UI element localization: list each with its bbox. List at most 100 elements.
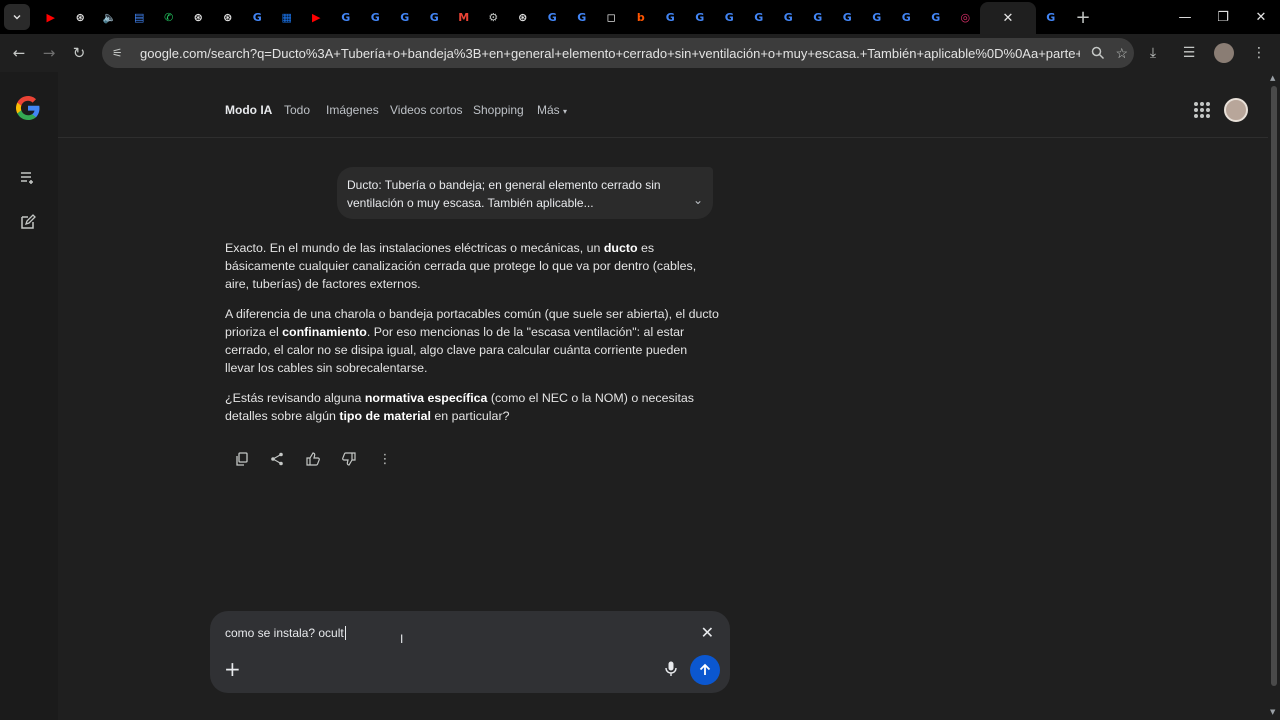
browser-tab[interactable]: ▶ [36, 3, 66, 31]
whatsapp-icon: ✆ [164, 10, 174, 24]
browser-tab[interactable]: G [921, 3, 951, 31]
microphone-icon[interactable] [664, 659, 678, 679]
copy-icon[interactable] [232, 450, 250, 468]
tab-mas[interactable]: Más ▾ [537, 103, 567, 117]
browser-tab[interactable]: b [626, 3, 656, 31]
bbc-icon: ▦ [281, 10, 292, 24]
tab-list: ▶ ⊛ 🔈 ▤ ✆ ⊛ ⊛ G ▦ ▶ G G G G M ⚙ ⊛ G G ◻ b G G G G G G G G G G ◎ ✕ G + [36, 0, 1091, 34]
browser-tab[interactable]: 🔈 [95, 3, 125, 31]
history-list-icon[interactable] [18, 168, 38, 188]
site-settings-icon[interactable]: ⚟ [112, 46, 130, 60]
google-icon: G [901, 10, 911, 24]
browser-tab[interactable]: ▦ [272, 3, 302, 31]
browser-tab[interactable]: G [715, 3, 745, 31]
download-icon[interactable]: ⤓ [1142, 45, 1164, 61]
reload-icon[interactable]: ↻ [64, 38, 94, 68]
url-text[interactable]: google.com/search?q=Ducto%3A+Tubería+o+b… [140, 46, 1080, 61]
add-attachment-icon[interactable]: + [224, 657, 241, 681]
browser-tab[interactable]: G [420, 3, 450, 31]
thumbs-up-icon[interactable] [304, 450, 322, 468]
browser-toolbar: ← → ↻ ⚟ google.com/search?q=Ducto%3A+Tub… [0, 34, 1280, 72]
more-vert-icon[interactable]: ⋮ [376, 450, 394, 468]
tab-imagenes[interactable]: Imágenes [326, 103, 379, 117]
browser-tab[interactable]: M [449, 3, 479, 31]
google-icon: G [429, 10, 439, 24]
close-tab-icon[interactable]: ✕ [1003, 11, 1014, 26]
thumbs-down-icon[interactable] [340, 450, 358, 468]
browser-tab[interactable]: ◎ [951, 3, 981, 31]
browser-tab[interactable]: ⊛ [213, 3, 243, 31]
audio-icon: 🔈 [102, 10, 117, 24]
tab-search-button[interactable] [4, 4, 30, 30]
new-chat-icon[interactable] [18, 212, 38, 232]
scrollbar[interactable]: ▲ ▼ [1268, 72, 1280, 720]
browser-tab[interactable]: G [361, 3, 391, 31]
browser-tab[interactable]: G [803, 3, 833, 31]
browser-tab[interactable]: G [331, 3, 361, 31]
restore-icon[interactable]: ❐ [1204, 0, 1242, 34]
browser-tab[interactable]: G [538, 3, 568, 31]
browser-tab[interactable]: ▶ [302, 3, 332, 31]
back-icon[interactable]: ← [4, 38, 34, 68]
clear-input-icon[interactable]: ✕ [701, 623, 714, 642]
menu-icon[interactable]: ⋮ [1248, 45, 1270, 61]
scroll-up-icon[interactable]: ▲ [1270, 74, 1275, 82]
tab-todo[interactable]: Todo [284, 103, 310, 117]
browser-tab[interactable]: G [1036, 3, 1066, 31]
browser-tab[interactable]: ▤ [125, 3, 155, 31]
apps-grid-icon[interactable] [1194, 102, 1210, 118]
reading-list-icon[interactable]: ☰ [1178, 45, 1200, 61]
scroll-thumb[interactable] [1271, 86, 1277, 686]
prompt-input-box[interactable]: como se instala? ocult ✕ + [210, 611, 730, 693]
tab-mas-label: Más [537, 103, 560, 117]
browser-tab[interactable]: ⊛ [184, 3, 214, 31]
openai-icon: ⊛ [75, 10, 85, 24]
browser-tab[interactable]: G [862, 3, 892, 31]
profile-avatar[interactable] [1214, 43, 1234, 63]
send-button[interactable] [690, 655, 720, 685]
browser-tab[interactable]: G [567, 3, 597, 31]
address-bar[interactable]: ⚟ google.com/search?q=Ducto%3A+Tubería+o… [102, 38, 1134, 68]
browser-tab[interactable]: G [744, 3, 774, 31]
browser-tab[interactable]: G [243, 3, 273, 31]
browser-tab[interactable]: ◻ [597, 3, 627, 31]
google-logo-icon[interactable] [14, 94, 42, 122]
browser-tab[interactable]: ⊛ [508, 3, 538, 31]
youtube-icon: ▶ [46, 10, 55, 24]
search-icon[interactable] [1091, 46, 1105, 60]
browser-tab[interactable]: ⚙ [479, 3, 509, 31]
new-tab-icon[interactable]: + [1076, 7, 1091, 28]
browser-tab[interactable]: ✆ [154, 3, 184, 31]
google-icon: G [370, 10, 380, 24]
google-icon: G [842, 10, 852, 24]
share-icon[interactable] [268, 450, 286, 468]
browser-tab-active[interactable]: ✕ [980, 2, 1036, 34]
scroll-down-icon[interactable]: ▼ [1270, 708, 1275, 716]
google-icon: G [577, 10, 587, 24]
browser-tab[interactable]: G [685, 3, 715, 31]
brave-icon: b [636, 10, 645, 24]
browser-tab[interactable]: G [833, 3, 863, 31]
forward-icon[interactable]: → [34, 38, 64, 68]
google-icon: G [695, 10, 705, 24]
minimize-icon[interactable]: — [1166, 0, 1204, 34]
tab-modo-ia[interactable]: Modo IA [225, 103, 272, 117]
account-avatar[interactable] [1224, 98, 1248, 122]
google-icon: G [547, 10, 557, 24]
browser-tab[interactable]: G [390, 3, 420, 31]
user-query-bubble[interactable]: Ducto: Tubería o bandeja; en general ele… [337, 167, 713, 219]
close-window-icon[interactable]: ✕ [1242, 0, 1280, 34]
bookmark-star-icon[interactable]: ☆ [1115, 45, 1128, 62]
answer-actions: ⋮ [232, 450, 394, 468]
search-nav-bar: Modo IA Todo Imágenes Videos cortos Shop… [58, 72, 1268, 138]
tab-shopping[interactable]: Shopping [473, 103, 524, 117]
prompt-input[interactable]: como se instala? ocult [225, 626, 346, 640]
browser-tab[interactable]: ⊛ [66, 3, 96, 31]
answer-paragraph-1: Exacto. En el mundo de las instalaciones… [225, 241, 697, 291]
tab-videos-cortos[interactable]: Videos cortos [390, 103, 463, 117]
browser-tab[interactable]: G [892, 3, 922, 31]
browser-tab[interactable]: G [656, 3, 686, 31]
browser-tab[interactable]: G [774, 3, 804, 31]
expand-chevron-icon[interactable]: ⌄ [693, 191, 703, 209]
left-rail [0, 72, 58, 720]
